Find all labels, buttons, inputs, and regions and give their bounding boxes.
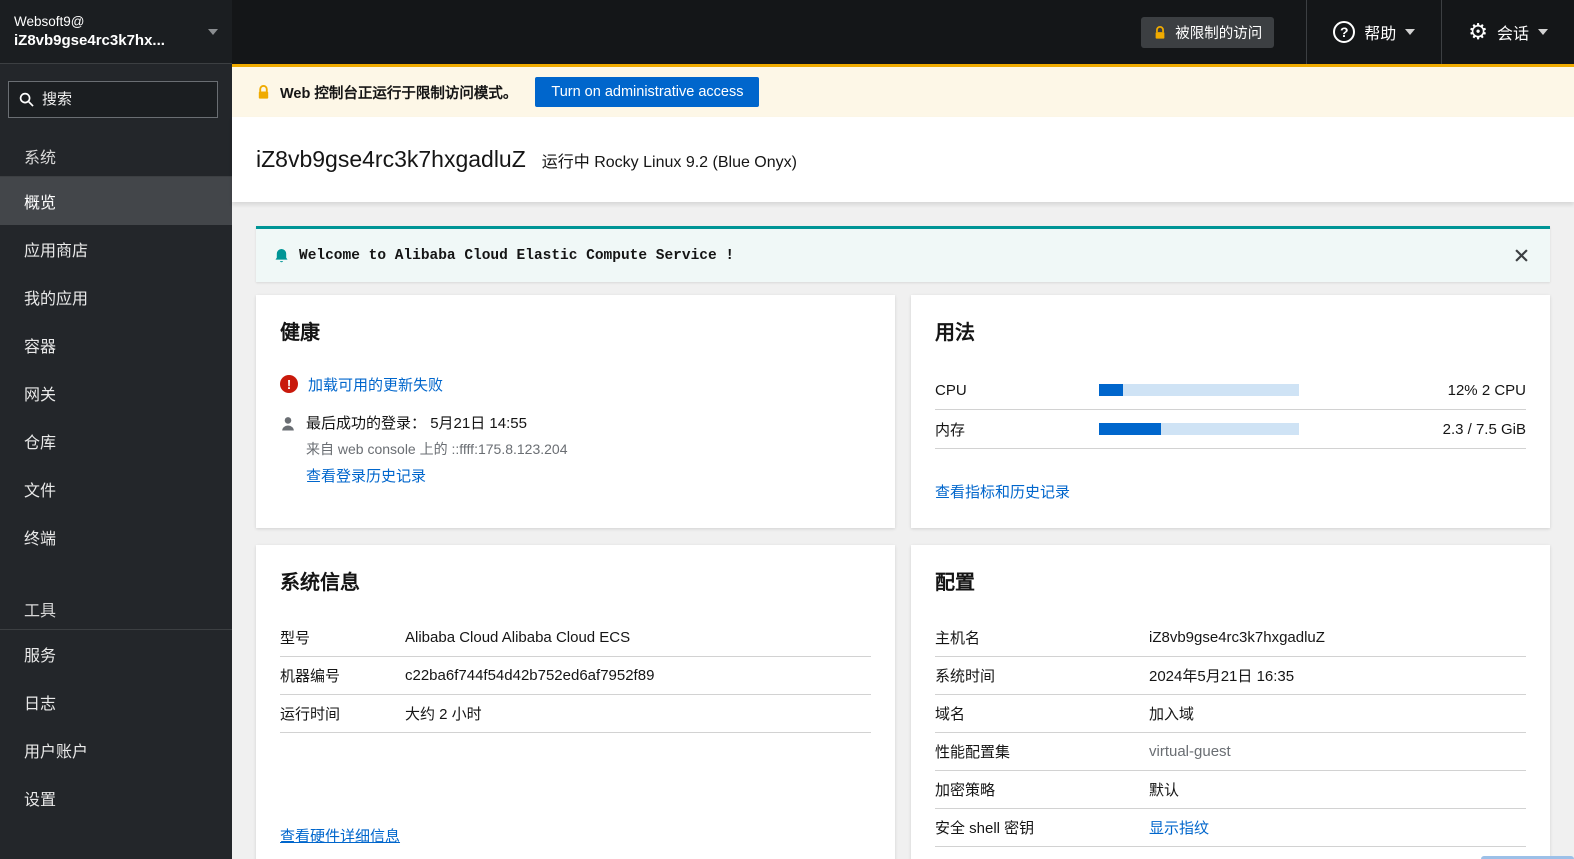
search-icon — [19, 92, 34, 107]
close-icon — [1515, 249, 1528, 262]
overview-content: Welcome to Alibaba Cloud Elastic Compute… — [232, 202, 1574, 859]
hostname-row: 主机名 iZ8vb9gse4rc3k7hxgadluZ — [935, 619, 1526, 657]
cpu-progress-bar — [1099, 384, 1299, 396]
sidebar-item-files[interactable]: 文件 — [0, 465, 232, 513]
sidebar-item-overview[interactable]: 概览 — [0, 177, 232, 225]
alert-close-button[interactable] — [1511, 245, 1532, 266]
lock-icon — [1155, 25, 1165, 39]
restricted-access-button[interactable]: 被限制的访问 — [1141, 16, 1275, 48]
chevron-down-icon — [1538, 29, 1548, 35]
restricted-mode-banner: Web 控制台正运行于限制访问模式。 Turn on administrativ… — [232, 64, 1574, 117]
sidebar-item-terminal[interactable]: 终端 — [0, 513, 232, 561]
configuration-card: 配置 主机名 iZ8vb9gse4rc3k7hxgadluZ 系统时间 2024… — [911, 545, 1550, 859]
lock-icon — [258, 85, 269, 99]
error-icon: ! — [280, 375, 298, 393]
memory-value: 2.3 / 7.5 GiB — [1442, 420, 1526, 438]
page-subtitle: 运行中 Rocky Linux 9.2 (Blue Onyx) — [541, 153, 797, 171]
last-login-text: 最后成功的登录： 5月21日 14:55 — [306, 415, 527, 432]
system-time-row: 系统时间 2024年5月21日 16:35 — [935, 657, 1526, 695]
domain-row: 域名 加入域 — [935, 695, 1526, 733]
model-row: 型号 Alibaba Cloud Alibaba Cloud ECS — [280, 619, 871, 657]
system-info-card: 系统信息 型号 Alibaba Cloud Alibaba Cloud ECS … — [256, 545, 895, 859]
help-label: 帮助 — [1364, 26, 1397, 43]
health-card: 健康 ! 加载可用的更新失败 最后成功的登录： 5月21日 14:55 来自 w… — [256, 295, 895, 528]
help-icon: ? — [1333, 21, 1356, 43]
show-fingerprints-link[interactable]: 显示指纹 — [1149, 817, 1209, 838]
join-domain-action: 加入域 — [1149, 706, 1195, 723]
usage-card-title: 用法 — [935, 322, 975, 344]
performance-profile-row: 性能配置集 virtual-guest — [935, 733, 1526, 771]
motd-alert: Welcome to Alibaba Cloud Elastic Compute… — [256, 226, 1550, 282]
memory-label: 内存 — [935, 421, 966, 439]
sidebar-item-gateway[interactable]: 网关 — [0, 369, 232, 417]
masthead: 被限制的访问 ? 帮助 ⚙ 会话 — [232, 0, 1574, 64]
memory-usage-row: 内存 2.3 / 7.5 GiB — [935, 410, 1526, 449]
sidebar-item-accounts[interactable]: 用户账户 — [0, 726, 232, 774]
cpu-usage-row: CPU 12% 2 CPU — [935, 371, 1526, 410]
host-user: Websoft9@ — [14, 13, 85, 29]
uptime-row: 运行时间 大约 2 小时 — [280, 695, 871, 733]
sidebar-item-logs[interactable]: 日志 — [0, 678, 232, 726]
session-label: 会话 — [1496, 26, 1529, 43]
motd-message: Welcome to Alibaba Cloud Elastic Compute… — [299, 247, 735, 264]
performance-profile-value: virtual-guest — [1149, 743, 1231, 760]
chevron-down-icon — [208, 28, 218, 35]
session-menu[interactable]: ⚙ 会话 — [1442, 0, 1574, 64]
sidebar: Websoft9@ iZ8vb9gse4rc3k7hx... 系统 概览 应用商… — [0, 0, 232, 859]
ssh-keys-row: 安全 shell 密钥 显示指纹 — [935, 809, 1526, 847]
sidebar-item-services[interactable]: 服务 — [0, 630, 232, 678]
search-input[interactable] — [42, 91, 192, 108]
cpu-value: 12% 2 CPU — [1447, 381, 1526, 399]
sidebar-item-settings[interactable]: 设置 — [0, 774, 232, 822]
page-title: iZ8vb9gse4rc3k7hxgadluZ — [256, 146, 526, 172]
sidebar-nav: 系统 概览 应用商店 我的应用 容器 网关 仓库 文件 终端 工具 服务 日志 … — [0, 136, 232, 822]
turn-on-admin-access-button[interactable]: Turn on administrative access — [535, 77, 760, 107]
last-login-origin: 来自 web console 上的 ::ffff:175.8.123.204 — [306, 441, 568, 457]
nav-section-tools: 工具 — [24, 603, 57, 620]
host-switcher[interactable]: Websoft9@ iZ8vb9gse4rc3k7hx... — [0, 0, 232, 64]
configuration-card-title: 配置 — [935, 572, 975, 594]
system-info-card-title: 系统信息 — [280, 572, 360, 594]
gear-icon: ⚙ — [1468, 19, 1488, 44]
banner-message: Web 控制台正运行于限制访问模式。 — [280, 85, 518, 102]
nav-section-system: 系统 — [24, 150, 57, 167]
sidebar-item-containers[interactable]: 容器 — [0, 321, 232, 369]
sidebar-search[interactable] — [8, 81, 218, 118]
metrics-history-link[interactable]: 查看指标和历史记录 — [935, 481, 1070, 502]
help-menu[interactable]: ? 帮助 — [1307, 0, 1441, 64]
restricted-access-label: 被限制的访问 — [1175, 25, 1263, 42]
user-icon — [282, 417, 294, 431]
host-name: iZ8vb9gse4rc3k7hx... — [14, 31, 165, 49]
machine-id-row: 机器编号 c22ba6f744f54d42b752ed6af7952f89 — [280, 657, 871, 695]
sidebar-item-my-apps[interactable]: 我的应用 — [0, 273, 232, 321]
sidebar-item-repository[interactable]: 仓库 — [0, 417, 232, 465]
bell-icon — [275, 248, 288, 262]
updates-error-link[interactable]: 加载可用的更新失败 — [308, 374, 443, 395]
memory-progress-bar — [1099, 423, 1299, 435]
crypto-policy-row: 加密策略 默认 — [935, 771, 1526, 809]
chevron-down-icon — [1405, 29, 1416, 35]
page-header: iZ8vb9gse4rc3k7hxgadluZ 运行中 Rocky Linux … — [232, 117, 1574, 202]
health-card-title: 健康 — [280, 322, 320, 344]
hardware-details-link[interactable]: 查看硬件详细信息 — [280, 825, 400, 846]
cockpit-app: Websoft9@ iZ8vb9gse4rc3k7hx... 系统 概览 应用商… — [0, 0, 1574, 859]
usage-card: 用法 CPU 12% 2 CPU 内存 2.3 / 7.5 GiB 查看指标和历… — [911, 295, 1550, 528]
main-area: 被限制的访问 ? 帮助 ⚙ 会话 Web 控制台正运行于限制访问模式。 Turn… — [232, 0, 1574, 859]
login-history-link[interactable]: 查看登录历史记录 — [306, 465, 426, 486]
cpu-label: CPU — [935, 381, 967, 399]
sidebar-item-app-store[interactable]: 应用商店 — [0, 225, 232, 273]
